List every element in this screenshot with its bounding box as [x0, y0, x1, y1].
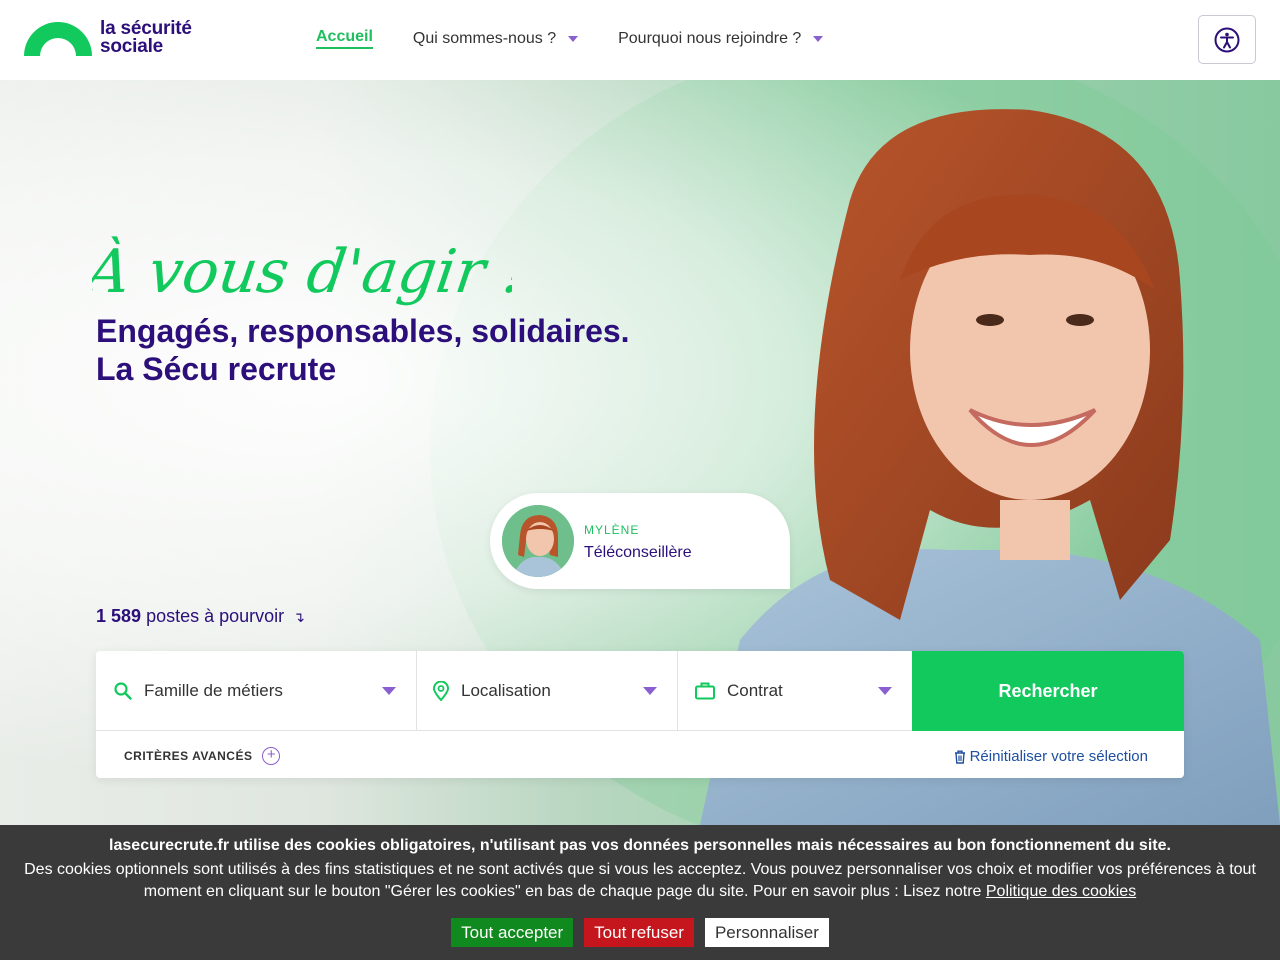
contract-select[interactable]: Contrat	[678, 651, 912, 731]
reset-selection-link[interactable]: Réinitialiser votre sélection	[954, 748, 1148, 765]
job-family-label: Famille de métiers	[144, 681, 283, 700]
cookie-banner: lasecurecrute.fr utilise des cookies obl…	[0, 825, 1280, 960]
profile-role: Téléconseillère	[584, 544, 692, 561]
search-button[interactable]: Rechercher	[912, 651, 1184, 731]
location-label: Localisation	[461, 681, 551, 700]
logo-text: la sécurité sociale	[100, 19, 192, 57]
logo-arc-icon	[24, 22, 92, 56]
trash-icon	[954, 750, 965, 764]
job-count-label: postes à pourvoir	[146, 606, 285, 626]
avatar-image	[502, 505, 574, 577]
location-select[interactable]: Localisation	[417, 651, 678, 731]
search-fields-row: Famille de métiers Localisation Contrat	[96, 651, 1184, 731]
hero-section: À vous d'agir ! Engagés, responsables, s…	[0, 80, 1280, 825]
tagline-text: À vous d'agir !	[92, 236, 512, 307]
nav-item-label: Qui sommes-nous ?	[412, 29, 557, 47]
profile-name: MYLÈNE	[584, 523, 640, 537]
search-icon	[114, 682, 132, 700]
subtitle-line2: La Sécu recrute	[96, 351, 337, 387]
logo-line2: sociale	[100, 36, 164, 57]
cookie-policy-link[interactable]: Politique des cookies	[986, 883, 1136, 900]
avatar	[502, 505, 574, 577]
chevron-down-icon	[568, 35, 579, 42]
briefcase-icon	[695, 682, 715, 700]
contract-label: Contrat	[727, 681, 783, 700]
location-pin-icon	[433, 681, 449, 701]
accept-all-button[interactable]: Tout accepter	[451, 918, 574, 947]
nav-item-accueil[interactable]: Accueil	[316, 28, 373, 49]
job-count-number: 1 589	[96, 606, 142, 626]
tagline-handwritten: À vous d'agir !	[92, 236, 512, 307]
arrow-down-icon: ↴	[293, 609, 305, 625]
chevron-down-icon	[382, 687, 396, 695]
employee-profile-card: MYLÈNE Téléconseillère	[490, 493, 790, 589]
nav-item-qui-sommes-nous[interactable]: Qui sommes-nous ?	[412, 29, 579, 48]
chevron-down-icon	[878, 687, 892, 695]
refuse-all-button[interactable]: Tout refuser	[584, 918, 694, 947]
customize-button[interactable]: Personnaliser	[704, 918, 829, 947]
site-header: la sécurité sociale Accueil Qui sommes-n…	[0, 0, 1280, 80]
plus-circle-icon: +	[262, 747, 281, 765]
nav-item-label: Pourquoi nous rejoindre ?	[618, 29, 802, 47]
chevron-down-icon	[643, 687, 657, 695]
hero-subtitle: Engagés, responsables, solidaires. La Sé…	[96, 312, 630, 388]
advanced-criteria-label: CRITÈRES AVANCÉS	[124, 749, 253, 763]
job-count[interactable]: 1 589 postes à pourvoir ↴	[96, 606, 305, 627]
job-search-form: Famille de métiers Localisation Contrat	[96, 651, 1184, 778]
cookie-text: Des cookies optionnels sont utilisés à d…	[20, 859, 1260, 903]
advanced-criteria-toggle[interactable]: CRITÈRES AVANCÉS +	[124, 747, 281, 765]
subtitle-line1: Engagés, responsables, solidaires.	[96, 313, 630, 349]
nav-item-pourquoi-nous-rejoindre[interactable]: Pourquoi nous rejoindre ?	[618, 29, 824, 48]
accessibility-icon	[1214, 27, 1240, 52]
site-logo[interactable]: la sécurité sociale	[24, 19, 214, 64]
cookie-actions: Tout accepter Tout refuser Personnaliser	[0, 918, 1280, 947]
chevron-down-icon	[813, 35, 824, 42]
accessibility-button[interactable]	[1198, 15, 1256, 64]
cookie-title: lasecurecrute.fr utilise des cookies obl…	[109, 837, 1171, 854]
job-family-select[interactable]: Famille de métiers	[96, 651, 417, 731]
reset-selection-label: Réinitialiser votre sélection	[969, 748, 1148, 765]
nav-item-label: Accueil	[316, 28, 373, 45]
main-nav: Accueil Qui sommes-nous ? Pourquoi nous …	[316, 28, 863, 49]
